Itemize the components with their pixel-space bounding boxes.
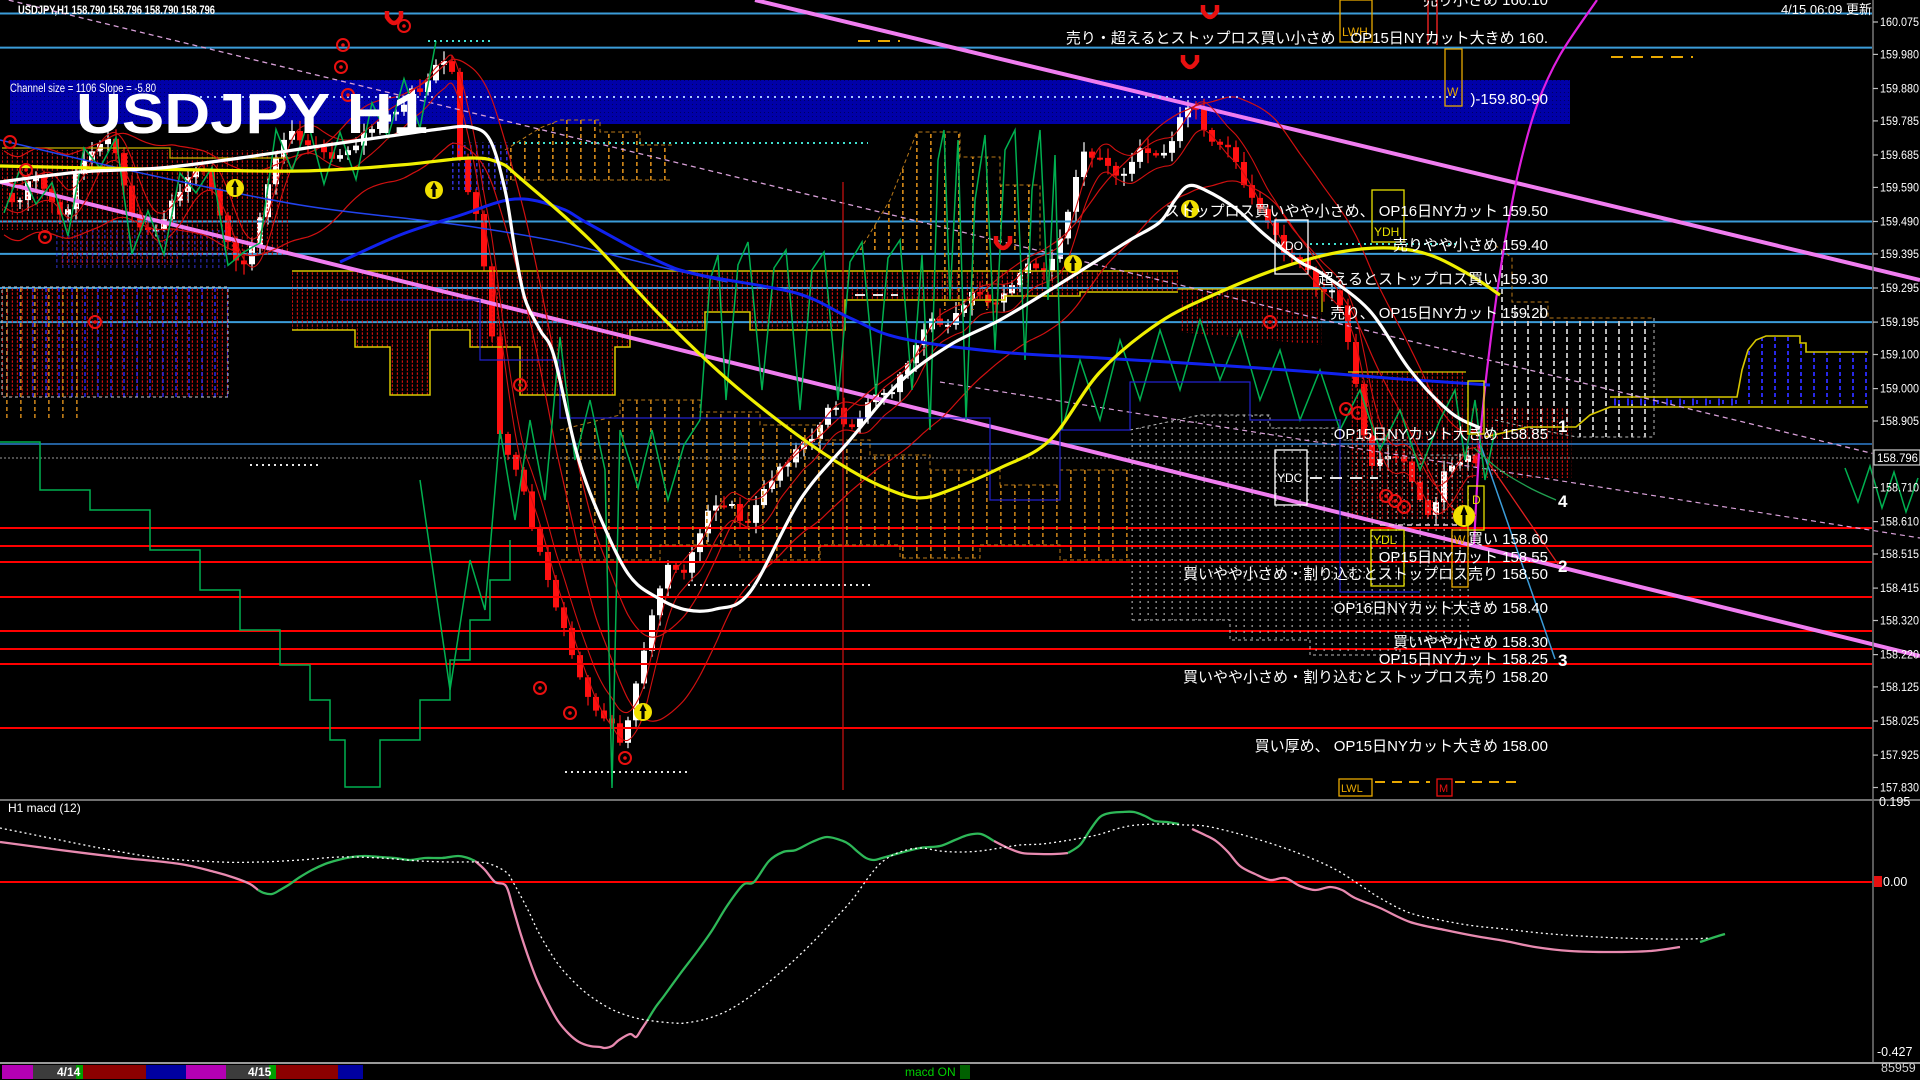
svg-text:売りやや小さめ 159.40: 売りやや小さめ 159.40 [1393,237,1548,254]
svg-text:158.710: 158.710 [1880,483,1919,495]
svg-text:159.490: 159.490 [1880,217,1919,229]
svg-text:158.220: 158.220 [1880,650,1919,662]
svg-text:YDL: YDL [1373,533,1397,547]
svg-text:159.295: 159.295 [1880,283,1919,295]
svg-text:159.880: 159.880 [1880,84,1919,96]
svg-text:2: 2 [1558,557,1567,576]
svg-text:USDJPY H1: USDJPY H1 [76,82,428,146]
svg-text:159.395: 159.395 [1880,249,1919,261]
svg-text:OP16日NYカット大きめ 158.40: OP16日NYカット大きめ 158.40 [1334,600,1548,617]
svg-text:159.000: 159.000 [1880,384,1919,396]
svg-text:159.685: 159.685 [1880,150,1919,162]
svg-text:1: 1 [1558,417,1567,436]
svg-text:85959: 85959 [1881,1061,1916,1075]
svg-text:4/15: 4/15 [248,1065,272,1079]
svg-text:159.195: 159.195 [1880,317,1919,329]
svg-text:買い厚め、 OP15日NYカット大きめ 158.00: 買い厚め、 OP15日NYカット大きめ 158.00 [1255,738,1548,755]
svg-text:158.515: 158.515 [1880,549,1919,561]
svg-text:-0.427: -0.427 [1877,1045,1912,1059]
svg-text:売り・超えるとストップロス買い小さめ OP15日NYカット大: 売り・超えるとストップロス買い小さめ OP15日NYカット大きめ 160. [1066,30,1548,47]
svg-text:買いやや小さめ・割り込むとストップロス売り 158.50: 買いやや小さめ・割り込むとストップロス売り 158.50 [1183,566,1548,583]
svg-text:macd ON: macd ON [905,1065,956,1079]
svg-text:158.415: 158.415 [1880,583,1919,595]
svg-text:ストップロス買いやや小さめ、 OP16日NYカット 159.: ストップロス買いやや小さめ、 OP16日NYカット 159.50 [1165,203,1548,220]
svg-text:3: 3 [1558,651,1567,670]
svg-text:買いやや小さめ 158.30: 買いやや小さめ 158.30 [1393,634,1548,651]
svg-text:売り、 OP15日NYカット 159.20: 売り、 OP15日NYカット 159.20 [1330,305,1548,322]
svg-text:OP15日NYカット 158.25: OP15日NYカット 158.25 [1379,651,1548,668]
svg-text:157.925: 157.925 [1880,750,1919,762]
svg-text:H1 macd (12): H1 macd (12) [8,801,81,815]
svg-text:159.785: 159.785 [1880,116,1919,128]
svg-text:売り小さめ 160.10: 売り小さめ 160.10 [1423,0,1548,9]
svg-text:158.025: 158.025 [1880,716,1919,728]
svg-text:OP15日NYカット大きめ 158.85: OP15日NYカット大きめ 158.85 [1334,426,1548,443]
svg-text:158.610: 158.610 [1880,517,1919,529]
svg-text:4/15 06:09 更新: 4/15 06:09 更新 [1781,2,1872,17]
svg-text:158.320: 158.320 [1880,616,1919,628]
svg-text:W: W [1454,533,1466,547]
svg-text:158.125: 158.125 [1880,682,1919,694]
svg-text:158.796: 158.796 [1877,453,1918,465]
svg-text:YDC: YDC [1277,471,1303,485]
svg-text:USDJPY,H1 158.790 158.796 158: USDJPY,H1 158.790 158.796 158.790 158.79… [18,5,215,17]
svg-text:OP15日NYカット 158.55: OP15日NYカット 158.55 [1379,549,1548,566]
svg-text:YDO: YDO [1277,239,1303,253]
svg-text:0.195: 0.195 [1879,795,1910,809]
svg-text:D: D [1472,493,1481,507]
svg-text:W: W [1447,85,1459,99]
svg-text:M: M [1439,783,1448,795]
svg-text:4: 4 [1558,492,1568,511]
svg-text:超えるとストップロス買い 159.30: 超えるとストップロス買い 159.30 [1318,271,1548,288]
svg-text:159.980: 159.980 [1880,49,1919,61]
svg-text:159.100: 159.100 [1880,350,1919,362]
svg-text:159.590: 159.590 [1880,182,1919,194]
svg-text:)-159.80-90: )-159.80-90 [1470,91,1548,108]
svg-text:買い 158.60: 買い 158.60 [1468,531,1548,548]
svg-text:157.830: 157.830 [1880,783,1919,795]
svg-text:0.00: 0.00 [1883,875,1907,889]
svg-text:158.905: 158.905 [1880,416,1919,428]
svg-text:160.075: 160.075 [1880,17,1919,29]
svg-text:買いやや小さめ・割り込むとストップロス売り 158.20: 買いやや小さめ・割り込むとストップロス売り 158.20 [1183,669,1548,686]
svg-text:LWL: LWL [1341,783,1363,795]
svg-text:4/14: 4/14 [57,1065,81,1079]
